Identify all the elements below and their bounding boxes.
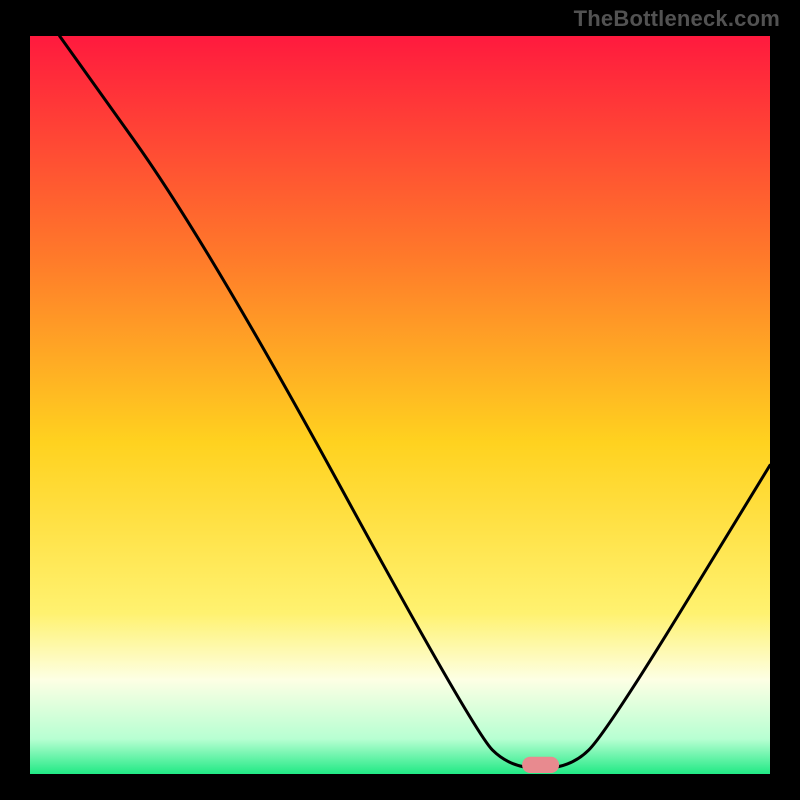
watermark-text: TheBottleneck.com [574,6,780,32]
optimal-point-marker [522,757,559,773]
chart-background [30,36,770,776]
chart-baseline [30,774,770,780]
bottleneck-chart [0,0,800,800]
chart-viewport: TheBottleneck.com [0,0,800,800]
